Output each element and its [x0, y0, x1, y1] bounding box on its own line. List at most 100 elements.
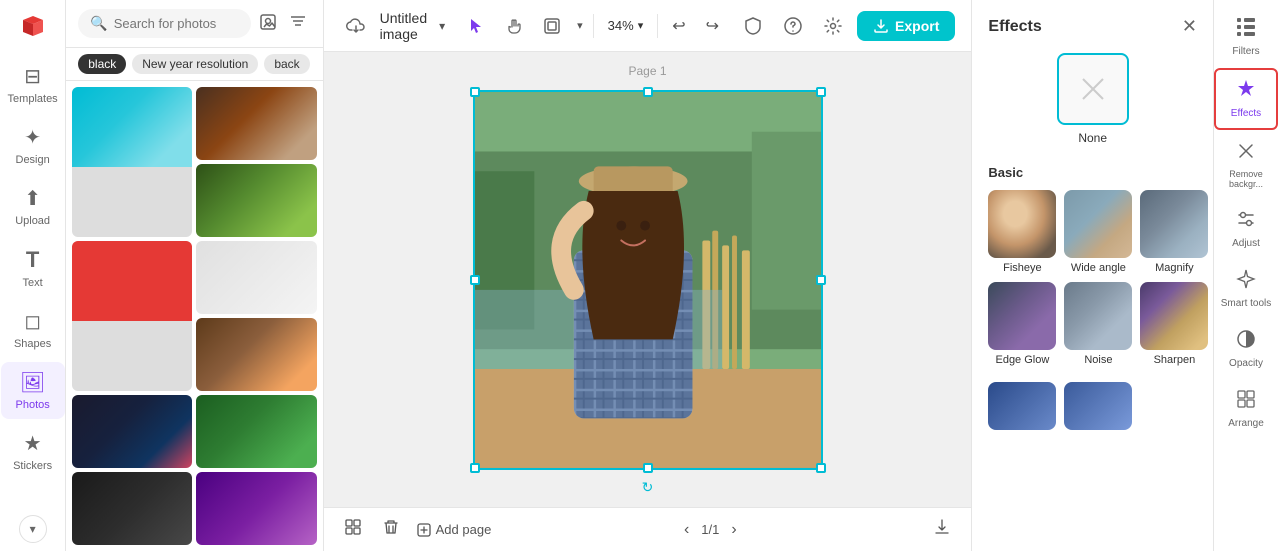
list-item[interactable] [72, 395, 192, 468]
settings-icon[interactable] [817, 12, 849, 40]
zoom-chevron-icon: ▾ [638, 19, 644, 32]
effect-edge-glow-label: Edge Glow [995, 354, 1049, 366]
effect-magnify[interactable]: Magnify [1140, 190, 1208, 274]
rail-item-effects[interactable]: Effects [1214, 68, 1278, 130]
cloud-save-btn[interactable] [340, 12, 372, 40]
adjust-icon [1235, 208, 1257, 235]
list-item[interactable] [196, 241, 316, 314]
rail-item-remove-bg[interactable]: Remove backgr... [1214, 132, 1278, 198]
effect-wide-angle[interactable]: Wide angle [1064, 190, 1132, 274]
shield-icon[interactable] [737, 12, 769, 40]
list-item[interactable] [196, 395, 316, 468]
rail-item-smart-tools[interactable]: Smart tools [1214, 260, 1278, 318]
handle-tc[interactable] [643, 87, 653, 97]
effect-blue2[interactable] [1064, 382, 1132, 430]
sidebar-item-design[interactable]: ✦ Design [1, 117, 65, 174]
effect-none-thumb[interactable] [1057, 53, 1129, 125]
rail-item-label: Arrange [1228, 418, 1264, 430]
sidebar-item-templates[interactable]: ⊟ Templates [1, 56, 65, 113]
effect-none-label: None [1078, 131, 1107, 145]
export-button[interactable]: Export [857, 11, 955, 41]
frame-tool-btn[interactable] [537, 13, 567, 39]
grid-view-btn[interactable] [340, 514, 366, 545]
sidebar-item-text[interactable]: T Text [1, 239, 65, 297]
rotate-handle[interactable]: ↻ [638, 478, 658, 498]
effects-grid: Fisheye Wide angle Magnify Edge Glow Noi… [988, 190, 1197, 366]
effect-magnify-thumb [1140, 190, 1208, 258]
sidebar-item-label: Stickers [13, 460, 52, 472]
handle-ml[interactable] [470, 275, 480, 285]
list-item[interactable] [196, 472, 316, 545]
select-tool-btn[interactable] [461, 13, 491, 39]
handle-bc[interactable] [643, 463, 653, 473]
redo-btn[interactable]: ↪ [700, 12, 725, 40]
canvas-wrapper: Page 1 [324, 52, 972, 507]
tag-back[interactable]: back [264, 54, 309, 74]
image-search-btn[interactable] [259, 13, 277, 34]
left-sidebar: ⊟ Templates ✦ Design ⬆ Upload T Text ◻ S… [0, 0, 66, 551]
app-logo[interactable] [15, 8, 51, 44]
sidebar-item-label: Design [16, 154, 50, 166]
effect-sharpen[interactable]: Sharpen [1140, 282, 1208, 366]
handle-mr[interactable] [816, 275, 826, 285]
document-title[interactable]: Untitled image [380, 10, 427, 42]
tag-black[interactable]: black [78, 54, 126, 74]
effects-basic-title: Basic [988, 165, 1197, 180]
text-icon: T [26, 247, 39, 273]
effects-none-container: None [988, 53, 1197, 145]
handle-tr[interactable] [816, 87, 826, 97]
topbar: Untitled image ▾ ▾ 34% ▾ ↩ ↪ [324, 0, 972, 52]
add-page-button[interactable]: Add page [416, 522, 492, 538]
handle-bl[interactable] [470, 463, 480, 473]
search-input-wrap[interactable]: 🔍 [78, 9, 250, 38]
effect-noise[interactable]: Noise [1064, 282, 1132, 366]
sidebar-item-photos[interactable]: 🖼 Photos [1, 362, 65, 419]
list-item[interactable] [72, 472, 192, 545]
next-page-btn[interactable]: › [727, 517, 740, 543]
sidebar-item-upload[interactable]: ⬆ Upload [1, 178, 65, 235]
rail-item-label: Remove backgr... [1218, 170, 1274, 190]
list-item[interactable] [72, 241, 192, 391]
effect-blue1[interactable] [988, 382, 1056, 430]
handle-tl[interactable] [470, 87, 480, 97]
title-chevron-icon[interactable]: ▾ [435, 17, 449, 35]
list-item[interactable] [72, 87, 192, 237]
effects-panel-close-btn[interactable]: ✕ [1182, 16, 1197, 37]
rail-item-opacity[interactable]: Opacity [1214, 320, 1278, 378]
rail-item-arrange[interactable]: Arrange [1214, 380, 1278, 438]
effect-magnify-label: Magnify [1155, 262, 1194, 274]
download-btn[interactable] [929, 514, 955, 545]
sidebar-item-shapes[interactable]: ◻ Shapes [1, 301, 65, 358]
rail-item-label: Filters [1232, 46, 1259, 58]
zoom-control[interactable]: 34% ▾ [602, 14, 650, 37]
delete-btn[interactable] [378, 514, 404, 545]
arrange-icon [1235, 388, 1257, 415]
help-icon[interactable] [777, 12, 809, 40]
undo-btn[interactable]: ↩ [666, 12, 691, 40]
list-item[interactable] [196, 318, 316, 391]
effect-edge-glow[interactable]: Edge Glow [988, 282, 1056, 366]
effect-blue1-thumb [988, 382, 1056, 430]
hand-tool-btn[interactable] [499, 13, 529, 39]
filter-btn[interactable] [285, 8, 311, 39]
rail-item-filters[interactable]: Filters [1214, 8, 1278, 66]
canvas-photo [475, 92, 821, 468]
list-item[interactable] [196, 164, 316, 237]
rail-item-label: Effects [1231, 108, 1261, 120]
rail-item-adjust[interactable]: Adjust [1214, 200, 1278, 258]
list-item[interactable] [196, 87, 316, 160]
canvas-frame[interactable]: ↻ [473, 90, 823, 470]
sidebar-item-stickers[interactable]: ★ Stickers [1, 423, 65, 480]
prev-page-btn[interactable]: ‹ [680, 517, 693, 543]
effect-fisheye-label: Fisheye [1003, 262, 1042, 274]
handle-br[interactable] [816, 463, 826, 473]
sidebar-item-label: Shapes [14, 338, 51, 350]
tag-new-year[interactable]: New year resolution [132, 54, 258, 74]
search-input[interactable] [114, 16, 239, 31]
upload-icon: ⬆ [24, 186, 41, 211]
frame-chevron-icon[interactable]: ▾ [575, 17, 585, 34]
page-indicator: 1/1 [701, 522, 719, 537]
tag-strip: black New year resolution back [66, 48, 322, 81]
effect-fisheye[interactable]: Fisheye [988, 190, 1056, 274]
sidebar-collapse-btn[interactable]: ▾ [19, 515, 47, 551]
